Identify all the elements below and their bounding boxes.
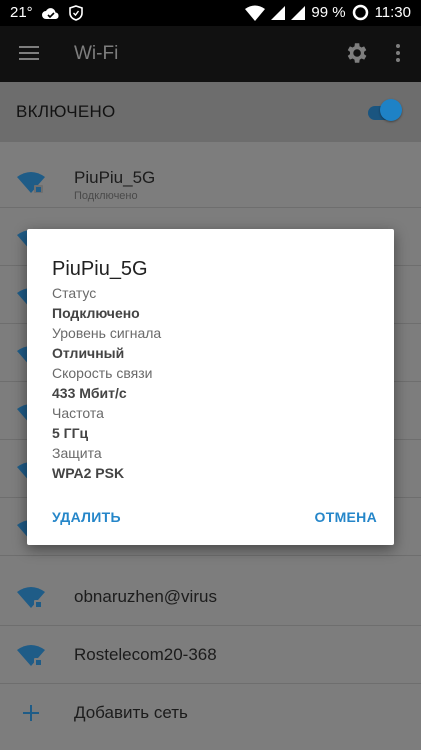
clock: 11:30: [374, 4, 411, 21]
battery-ring-icon: [352, 4, 368, 21]
wifi-locked-icon: [17, 645, 45, 666]
cancel-button[interactable]: ОТМЕНА: [315, 509, 377, 525]
app-bar: Wi-Fi: [0, 26, 421, 82]
add-network-label: Добавить сеть: [74, 703, 188, 722]
network-name: PiuPiu_5G: [74, 168, 156, 187]
wifi-locked-icon: [17, 172, 45, 193]
page-title: Wi-Fi: [74, 43, 119, 64]
menu-icon[interactable]: [18, 42, 40, 64]
link-speed-value: 433 Мбит/с: [52, 385, 127, 401]
plus-icon: [23, 705, 39, 721]
status-value: Подключено: [52, 305, 140, 321]
network-name: obnaruzhen@virus: [74, 587, 217, 606]
dialog-title: PiuPiu_5G: [52, 258, 148, 280]
wifi-toggle-label: ВКЛЮЧЕНО: [16, 102, 116, 121]
cell-signal-icon: [271, 5, 286, 20]
frequency-value: 5 ГГц: [52, 425, 89, 441]
network-details-dialog: PiuPiu_5G Статус Подключено Уровень сигн…: [27, 229, 394, 545]
security-label: Защита: [52, 445, 102, 461]
forget-button[interactable]: УДАЛИТЬ: [52, 509, 121, 525]
switch-thumb: [380, 99, 402, 121]
battery-percent: 99 %: [311, 4, 346, 21]
cell-signal-icon-2: [291, 5, 306, 20]
frequency-label: Частота: [52, 405, 104, 421]
cloud-icon: [41, 7, 59, 19]
add-network-row[interactable]: Добавить сеть: [0, 684, 421, 742]
network-name: Rostelecom20-368: [74, 645, 217, 664]
status-bar: 21° 99 % 11:30: [0, 0, 421, 26]
security-value: WPA2 PSK: [52, 465, 125, 481]
more-vert-icon[interactable]: [391, 40, 405, 66]
network-row[interactable]: Rostelecom20-368: [0, 626, 421, 684]
wifi-toggle-row[interactable]: ВКЛЮЧЕНО: [0, 82, 421, 142]
gear-icon[interactable]: [343, 40, 369, 66]
network-row[interactable]: obnaruzhen@virus: [0, 568, 421, 626]
network-status: Подключено: [74, 190, 138, 202]
temperature-text: 21°: [10, 4, 33, 21]
status-label: Статус: [52, 285, 97, 301]
network-row-connected[interactable]: PiuPiu_5G Подключено: [0, 150, 421, 208]
signal-value: Отличный: [52, 345, 125, 361]
link-speed-label: Скорость связи: [52, 365, 153, 381]
wifi-switch[interactable]: [368, 99, 402, 125]
wifi-locked-icon: [17, 587, 45, 608]
shield-icon: [68, 4, 83, 21]
wifi-signal-icon: [245, 5, 266, 21]
status-left: 21°: [10, 4, 83, 21]
signal-label: Уровень сигнала: [52, 325, 162, 341]
status-right: 99 % 11:30: [245, 4, 411, 21]
